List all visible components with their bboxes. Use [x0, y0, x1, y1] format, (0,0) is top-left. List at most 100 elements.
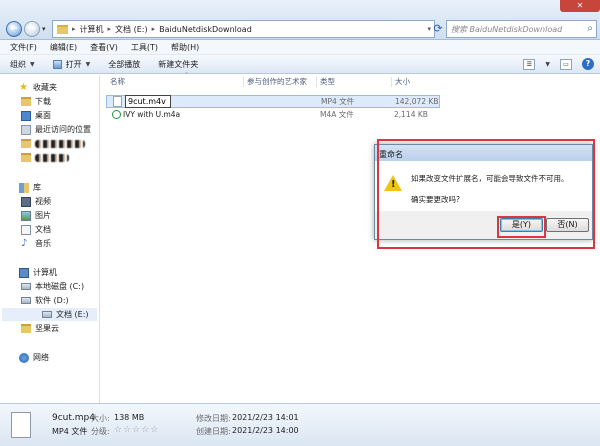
sort-ascending-icon: ^: [184, 72, 190, 79]
details-rating-label: 分级:: [91, 427, 110, 436]
play-all-button[interactable]: 全部播放: [108, 59, 140, 70]
navigation-pane: ★ 收藏夹 下载 桌面 最近访问的位置 库 视频 图片 文档 ♪ 音乐 计算机 …: [0, 75, 100, 403]
nav-obscured-item-2[interactable]: [0, 151, 69, 164]
nav-documents[interactable]: 文档: [0, 223, 51, 236]
nav-libraries[interactable]: 库: [0, 181, 41, 194]
nav-desktop[interactable]: 桌面: [0, 109, 51, 122]
search-input[interactable]: 搜索 BaiduNetdiskDownload ⌕: [446, 20, 597, 38]
folder-icon: [21, 139, 31, 148]
details-filename: 9cut.mp4: [52, 413, 95, 423]
nav-videos[interactable]: 视频: [0, 195, 51, 208]
file-row[interactable]: IVY with U.m4a M4A 文件 2,114 KB: [106, 108, 440, 121]
chevron-down-icon: ▼: [30, 60, 35, 68]
folder-icon: [21, 153, 31, 162]
chevron-down-icon[interactable]: ▼: [545, 61, 550, 68]
nav-downloads[interactable]: 下载: [0, 95, 51, 108]
nav-recent-places[interactable]: 最近访问的位置: [0, 123, 91, 136]
column-type-label: 类型: [320, 77, 335, 86]
file-row[interactable]: 9cut.m4v MP4 文件 142,072 KB: [106, 95, 440, 108]
open-label: 打开: [65, 59, 82, 69]
column-divider[interactable]: [316, 77, 317, 87]
new-folder-button[interactable]: 新建文件夹: [158, 59, 198, 70]
forward-button[interactable]: →: [24, 21, 40, 37]
column-header-type[interactable]: 类型: [320, 75, 335, 88]
highlight-box-yes-button: [497, 216, 546, 238]
search-icon[interactable]: ⌕: [587, 23, 593, 34]
column-artist-label: 参与创作的艺术家: [247, 77, 307, 86]
help-icon[interactable]: ?: [582, 58, 594, 70]
column-header-name[interactable]: 名称 ^: [110, 72, 189, 88]
breadcrumb-drive-e[interactable]: 文档 (E:): [115, 24, 148, 35]
menu-bar: 文件(F) 编辑(E) 查看(V) 工具(T) 帮助(H): [0, 40, 600, 55]
back-button[interactable]: ←: [6, 21, 22, 37]
menu-tools[interactable]: 工具(T): [131, 42, 158, 53]
file-type: MP4 文件: [321, 97, 355, 106]
column-divider[interactable]: [243, 77, 244, 87]
preview-pane-icon[interactable]: ▭: [560, 58, 572, 70]
details-modified-label: 修改日期:: [196, 414, 231, 423]
nav-favorites-label: 收藏夹: [33, 83, 57, 92]
nav-computer[interactable]: 计算机: [0, 266, 57, 279]
file-size: 2,114 KB: [394, 110, 428, 119]
obscured-label: [35, 139, 85, 148]
breadcrumb-computer[interactable]: 计算机: [80, 24, 104, 35]
menu-file[interactable]: 文件(F): [10, 42, 37, 53]
nav-obscured-item-1[interactable]: [0, 137, 85, 150]
obscured-label: [35, 153, 69, 162]
nav-network-label: 网络: [33, 353, 49, 362]
search-placeholder: 搜索 BaiduNetdiskDownload: [451, 25, 563, 34]
nav-drive-d[interactable]: 软件 (D:): [0, 294, 69, 307]
nav-network[interactable]: 网络: [0, 351, 49, 364]
organize-label: 组织: [10, 59, 26, 69]
nav-downloads-label: 下载: [35, 97, 51, 106]
close-window-button[interactable]: ✕: [560, 0, 600, 12]
nav-music-label: 音乐: [35, 239, 51, 248]
details-size-label: 大小:: [91, 414, 110, 423]
nav-desktop-label: 桌面: [35, 111, 51, 120]
nav-pictures[interactable]: 图片: [0, 209, 51, 222]
column-size-label: 大小: [395, 77, 410, 86]
menu-view[interactable]: 查看(V): [90, 42, 118, 53]
open-button[interactable]: 打开 ▼: [52, 59, 91, 70]
file-type: M4A 文件: [320, 110, 354, 119]
nav-drive-d-label: 软件 (D:): [35, 296, 69, 305]
recent-pages-dropdown-icon[interactable]: ▾: [42, 25, 46, 33]
change-view-icon[interactable]: ☰: [523, 58, 536, 70]
nav-library-label: 库: [33, 183, 41, 192]
refresh-icon[interactable]: ⟳: [430, 20, 446, 38]
breadcrumb-current-folder[interactable]: BaiduNetdiskDownload: [159, 25, 252, 34]
video-file-large-icon: [11, 412, 31, 438]
breadcrumb-separator[interactable]: ▸: [152, 25, 156, 33]
organize-button[interactable]: 组织 ▼: [10, 59, 35, 70]
nav-cloud-label: 坚果云: [35, 324, 59, 333]
chevron-down-icon: ▼: [85, 60, 91, 68]
rename-input[interactable]: 9cut.m4v: [125, 95, 171, 108]
column-name-label: 名称: [110, 77, 125, 86]
open-icon: [52, 59, 62, 69]
address-bar[interactable]: ▸ 计算机 ▸ 文档 (E:) ▸ BaiduNetdiskDownload ▾: [52, 20, 435, 38]
nav-favorites[interactable]: ★ 收藏夹: [0, 81, 57, 94]
column-divider[interactable]: [391, 77, 392, 87]
nav-nutstore[interactable]: 坚果云: [0, 322, 59, 335]
menu-help[interactable]: 帮助(H): [171, 42, 199, 53]
menu-edit[interactable]: 编辑(E): [50, 42, 77, 53]
breadcrumb-separator[interactable]: ▸: [108, 25, 112, 33]
music-icon: ♪: [21, 237, 28, 249]
column-header-size[interactable]: 大小: [395, 75, 410, 88]
details-modified-value: 2021/2/23 14:01: [232, 413, 299, 422]
file-name: IVY with U.m4a: [123, 110, 181, 119]
nav-computer-label: 计算机: [33, 268, 57, 277]
breadcrumb-separator[interactable]: ▸: [72, 25, 76, 33]
nav-drive-c[interactable]: 本地磁盘 (C:): [0, 280, 84, 293]
network-icon: [19, 352, 29, 363]
desktop-icon: [21, 110, 31, 121]
folder-icon: [57, 24, 68, 34]
nav-drive-e[interactable]: 文档 (E:): [2, 308, 97, 321]
column-header-artist[interactable]: 参与创作的艺术家: [247, 75, 307, 88]
nav-music[interactable]: ♪ 音乐: [0, 237, 51, 250]
play-all-label: 全部播放: [108, 59, 141, 69]
nav-drive-c-label: 本地磁盘 (C:): [35, 282, 85, 291]
rating-stars[interactable]: ☆☆☆☆☆: [114, 425, 159, 435]
details-size-value: 138 MB: [114, 413, 145, 422]
address-bar-area: ← → ▾ ▸ 计算机 ▸ 文档 (E:) ▸ BaiduNetdiskDown…: [0, 0, 600, 40]
